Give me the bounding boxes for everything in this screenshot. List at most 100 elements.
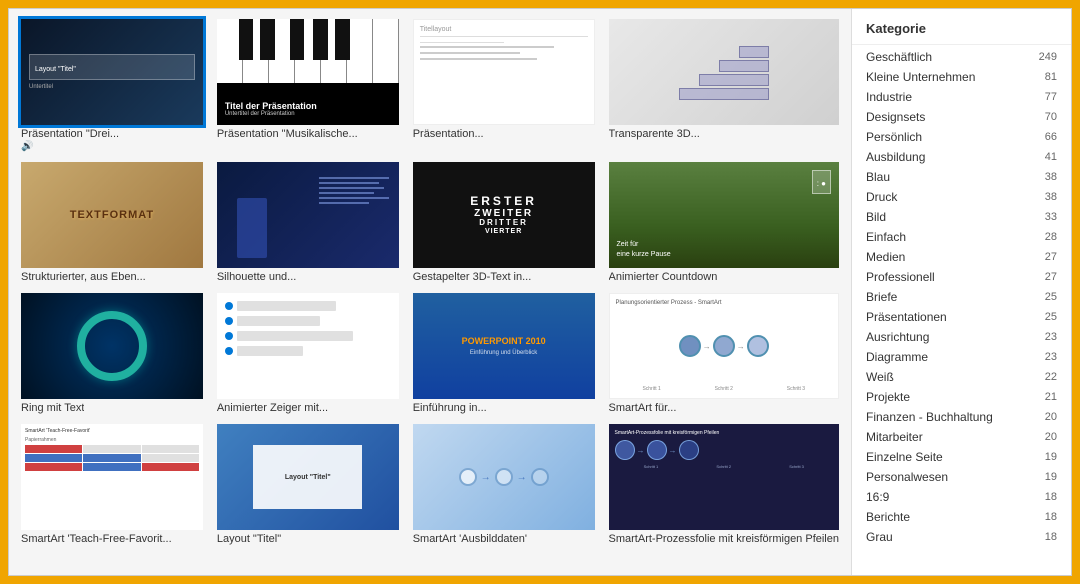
category-item-4[interactable]: Persönlich66 <box>852 127 1071 147</box>
gallery-item-7[interactable]: ERSTER ZWEITER DRITTER VIERTER Gestapelt… <box>413 162 595 283</box>
category-item-9[interactable]: Einfach 28 <box>852 227 1071 247</box>
category-item-18[interactable]: Finanzen - Buchhaltung20 <box>852 407 1071 427</box>
category-count: 66 <box>1045 131 1057 143</box>
category-item-3[interactable]: Designsets 70 <box>852 107 1071 127</box>
category-count: 70 <box>1045 111 1057 123</box>
thumb-titel[interactable]: Titellayout <box>413 19 595 125</box>
category-item-10[interactable]: Medien27 <box>852 247 1071 267</box>
categories-list: Geschäftlich 249 Kleine Unternehmen81Indus… <box>852 47 1071 547</box>
category-name: Weiß <box>866 370 894 384</box>
category-name: Kleine Unternehmen <box>866 70 975 84</box>
category-count: 22 <box>1045 371 1057 383</box>
item-label-11: Einführung in... <box>413 402 487 414</box>
gallery-item-10[interactable]: Animierter Zeiger mit... <box>217 293 399 414</box>
category-name: Einfach <box>866 230 906 244</box>
gallery-item-13[interactable]: SmartArt 'Teach-Free-Favorit' Papierrahm… <box>21 424 203 545</box>
item-label-12: SmartArt für... <box>609 402 677 414</box>
category-count: 249 <box>1039 51 1057 63</box>
category-item-22[interactable]: 16:918 <box>852 487 1071 507</box>
gallery-item-12[interactable]: Planungsorientierter Prozess - SmartArt … <box>609 293 839 414</box>
category-item-13[interactable]: Präsentationen25 <box>852 307 1071 327</box>
category-item-0[interactable]: Geschäftlich 249 <box>852 47 1071 67</box>
category-item-7[interactable]: Druck38 <box>852 187 1071 207</box>
gallery-item-2[interactable]: Titel der Präsentation Untertitel der Pr… <box>217 19 399 152</box>
category-name: Blau <box>866 170 890 184</box>
gallery-item-8[interactable]: : ● Zeit füreine kurze Pause Animierter … <box>609 162 839 283</box>
category-count: 20 <box>1045 431 1057 443</box>
category-name: Projekte <box>866 390 910 404</box>
category-count: 18 <box>1045 531 1057 543</box>
thumb-3dtext[interactable]: ERSTER ZWEITER DRITTER VIERTER <box>413 162 595 268</box>
category-item-8[interactable]: Bild33 <box>852 207 1071 227</box>
gallery-item-16[interactable]: SmartArt-Prozessfolie mit kreisförmigen … <box>609 424 839 545</box>
category-item-6[interactable]: Blau38 <box>852 167 1071 187</box>
category-count: 23 <box>1045 351 1057 363</box>
item-label-13: SmartArt 'Teach-Free-Favorit... <box>21 533 172 545</box>
thumb-countdown[interactable]: : ● Zeit füreine kurze Pause <box>609 162 839 268</box>
item-label-16: SmartArt-Prozessfolie mit kreisförmigen … <box>609 533 839 545</box>
category-item-1[interactable]: Kleine Unternehmen81 <box>852 67 1071 87</box>
thumb-smartart[interactable]: Planungsorientierter Prozess - SmartArt … <box>609 293 839 399</box>
item-label-1: Präsentation "Drei... <box>21 128 119 140</box>
item-label-8: Animierter Countdown <box>609 271 718 283</box>
thumb-drei[interactable]: Layout "Titel" Untertitel <box>21 19 203 125</box>
thumb-zeiger[interactable] <box>217 293 399 399</box>
category-item-19[interactable]: Mitarbeiter20 <box>852 427 1071 447</box>
gallery-item-6[interactable]: Silhouette und... <box>217 162 399 283</box>
thumb-3d[interactable] <box>609 19 839 125</box>
category-count: 41 <box>1045 151 1057 163</box>
item-label-15: SmartArt 'Ausbilddaten' <box>413 533 527 545</box>
category-item-12[interactable]: Briefe25 <box>852 287 1071 307</box>
category-count: 18 <box>1045 511 1057 523</box>
item-label-4: Transparente 3D... <box>609 128 700 140</box>
category-sidebar: Kategorie Geschäftlich249Kleine Unterneh… <box>851 9 1071 575</box>
category-name: Ausrichtung <box>866 330 929 344</box>
category-item-24[interactable]: Grau 18 <box>852 527 1071 547</box>
thumb-prozesspfeile[interactable]: SmartArt-Prozessfolie mit kreisförmigen … <box>609 424 839 530</box>
thumb-einfuhrung[interactable]: POWERPOINT 2010 Einführung und Überblick <box>413 293 595 399</box>
category-item-21[interactable]: Personalwesen 19 <box>852 467 1071 487</box>
category-name: Designsets <box>866 110 925 124</box>
thumb-layouttitel[interactable]: Layout "Titel" <box>217 424 399 530</box>
category-item-20[interactable]: Einzelne Seite19 <box>852 447 1071 467</box>
category-item-16[interactable]: Weiß 22 <box>852 367 1071 387</box>
thumb-musik[interactable]: Titel der Präsentation Untertitel der Pr… <box>217 19 399 125</box>
category-item-15[interactable]: Diagramme 23 <box>852 347 1071 367</box>
category-count: 19 <box>1045 451 1057 463</box>
category-name: Grau <box>866 530 893 544</box>
category-name: Druck <box>866 190 897 204</box>
category-item-17[interactable]: Projekte21 <box>852 387 1071 407</box>
gallery-item-1[interactable]: Layout "Titel" Untertitel Präsentation "… <box>21 19 203 152</box>
category-name: Ausbildung <box>866 150 925 164</box>
item-speaker-icon: 🔊 <box>21 141 33 152</box>
category-count: 19 <box>1045 471 1057 483</box>
category-item-2[interactable]: Industrie77 <box>852 87 1071 107</box>
gallery-item-11[interactable]: POWERPOINT 2010 Einführung und Überblick… <box>413 293 595 414</box>
category-name: Diagramme <box>866 350 928 364</box>
gallery-item-9[interactable]: Ring mit Text <box>21 293 203 414</box>
category-count: 33 <box>1045 211 1057 223</box>
item-label-9: Ring mit Text <box>21 402 84 414</box>
gallery-item-14[interactable]: Layout "Titel" Layout "Titel" <box>217 424 399 545</box>
gallery-item-5[interactable]: TEXTFORMAT Strukturierter, aus Eben... <box>21 162 203 283</box>
category-count: 77 <box>1045 91 1057 103</box>
thumb-struktur[interactable]: TEXTFORMAT <box>21 162 203 268</box>
thumb-silhouette[interactable] <box>217 162 399 268</box>
gallery-item-3[interactable]: Titellayout Präsentation... <box>413 19 595 152</box>
category-count: 23 <box>1045 331 1057 343</box>
category-item-14[interactable]: Ausrichtung 23 <box>852 327 1071 347</box>
thumb-ausbildung[interactable]: → → <box>413 424 595 530</box>
thumb-ring[interactable] <box>21 293 203 399</box>
category-item-5[interactable]: Ausbildung 41 <box>852 147 1071 167</box>
category-item-23[interactable]: Berichte18 <box>852 507 1071 527</box>
category-count: 25 <box>1045 311 1057 323</box>
gallery-area: Layout "Titel" Untertitel Präsentation "… <box>9 9 851 575</box>
category-count: 28 <box>1045 231 1057 243</box>
category-name: Personalwesen <box>866 470 948 484</box>
category-name: Geschäftlich <box>866 50 932 64</box>
gallery-item-4[interactable]: Transparente 3D... <box>609 19 839 152</box>
thumb-smartbook[interactable]: SmartArt 'Teach-Free-Favorit' Papierrahm… <box>21 424 203 530</box>
gallery-item-15[interactable]: → → SmartArt 'Ausbilddaten' <box>413 424 595 545</box>
item-label-2: Präsentation "Musikalische... <box>217 128 358 140</box>
category-item-11[interactable]: Professionell27 <box>852 267 1071 287</box>
